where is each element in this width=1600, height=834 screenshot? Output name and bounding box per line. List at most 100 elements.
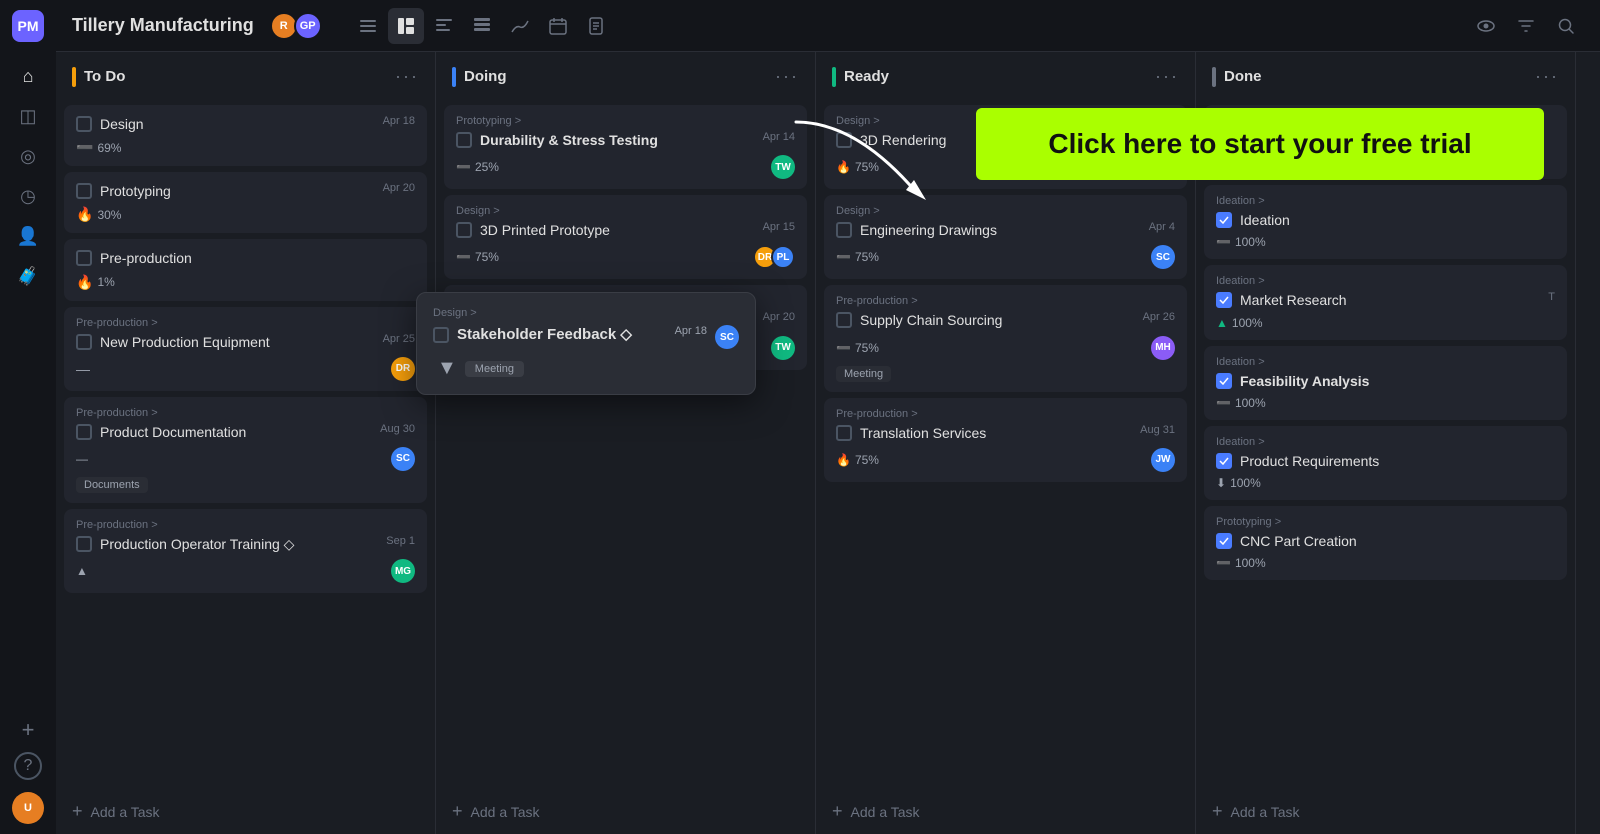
view-calendar[interactable] — [540, 8, 576, 44]
card-new-production-equipment[interactable]: Pre-production > New Production Equipmen… — [64, 307, 427, 391]
card-design[interactable]: Design Apr 18 ➖ 69% — [64, 105, 427, 166]
sidebar-item-time[interactable]: ◷ — [10, 178, 46, 214]
card-date-ts: Aug 31 — [1140, 424, 1175, 436]
card-checkbox-ideation[interactable] — [1216, 212, 1232, 228]
search-button[interactable] — [1548, 8, 1584, 44]
column-done-cards: Ideation > Stakeholder Feedback ◇ ⬇ 100% — [1196, 101, 1575, 789]
card-checkbox-ed[interactable] — [836, 222, 852, 238]
card-market-research[interactable]: Ideation > Market Research T ▲ 100% — [1204, 265, 1567, 339]
user-avatar[interactable]: U — [12, 792, 44, 824]
card-production-operator-training[interactable]: Pre-production > Production Operator Tra… — [64, 509, 427, 593]
add-task-icon-doing: + — [452, 801, 463, 822]
eye-button[interactable] — [1468, 8, 1504, 44]
popup-tag: Meeting — [465, 361, 524, 377]
card-cnc-part-creation[interactable]: Prototyping > CNC Part Creation ➖ 100% — [1204, 506, 1567, 580]
main-content: Tillery Manufacturing R GP — [56, 0, 1600, 834]
add-task-doing[interactable]: + Add a Task — [436, 789, 815, 834]
card-ideation[interactable]: Ideation > Ideation ➖ 100% — [1204, 185, 1567, 259]
sidebar-item-help[interactable]: ? — [14, 752, 42, 780]
card-date-pot: Sep 1 — [386, 535, 415, 547]
card-assignee-pa: TW — [771, 336, 795, 360]
card-checkbox-dst[interactable] — [456, 132, 472, 148]
card-checkbox-3dpp[interactable] — [456, 222, 472, 238]
sidebar-item-work[interactable]: 🧳 — [10, 258, 46, 294]
card-durability-stress-testing[interactable]: Prototyping > Durability & Stress Testin… — [444, 105, 807, 189]
card-3d-printed-prototype[interactable]: Design > 3D Printed Prototype Apr 15 ➖ 7… — [444, 195, 807, 279]
card-title-dst: Durability & Stress Testing — [480, 131, 755, 149]
card-section-scs: Pre-production > — [836, 295, 1175, 307]
app-logo[interactable]: PM — [12, 10, 44, 42]
avatar-gp[interactable]: GP — [294, 12, 322, 40]
card-checkbox-pr[interactable] — [1216, 453, 1232, 469]
add-task-done[interactable]: + Add a Task — [1196, 789, 1575, 834]
view-list[interactable] — [350, 8, 386, 44]
board-wrapper: To Do ··· Design Apr 18 ➖ — [56, 52, 1600, 834]
card-assignee-pot: MG — [391, 559, 415, 583]
sidebar-item-people[interactable]: 👤 — [10, 218, 46, 254]
card-checkbox-prototyping[interactable] — [76, 183, 92, 199]
card-checkbox-cnc[interactable] — [1216, 533, 1232, 549]
card-assignee-pl: PL — [771, 245, 795, 269]
popup-card[interactable]: Design > Stakeholder Feedback ◇ Apr 18 S… — [416, 292, 756, 395]
sidebar-item-activity[interactable]: ◎ — [10, 138, 46, 174]
sidebar-item-add[interactable]: + — [10, 712, 46, 748]
card-progress-pr: ⬇ 100% — [1216, 476, 1261, 490]
column-doing: Doing ··· Prototyping > Durability & Str… — [436, 52, 816, 834]
popup-assignee: SC — [715, 325, 739, 349]
view-table[interactable] — [464, 8, 500, 44]
card-feasibility-analysis[interactable]: Ideation > Feasibility Analysis ➖ 100% — [1204, 346, 1567, 420]
progress-icon-design: ➖ — [76, 139, 93, 156]
popup-dropdown-icon[interactable]: ▼ — [437, 357, 457, 380]
column-todo-title: To Do — [84, 68, 387, 85]
card-product-requirements[interactable]: Ideation > Product Requirements ⬇ 100% — [1204, 426, 1567, 500]
column-done-menu[interactable]: ··· — [1535, 66, 1559, 87]
column-ready-menu[interactable]: ··· — [1155, 66, 1179, 87]
column-todo-menu[interactable]: ··· — [395, 66, 419, 87]
column-done-title: Done — [1224, 68, 1527, 85]
sidebar: PM ⌂ ◫ ◎ ◷ 👤 🧳 + ? U — [0, 0, 56, 834]
column-todo: To Do ··· Design Apr 18 ➖ — [56, 52, 436, 834]
card-pre-production[interactable]: Pre-production 🔥 1% — [64, 239, 427, 300]
view-board[interactable] — [388, 8, 424, 44]
card-checkbox-new-prod[interactable] — [76, 334, 92, 350]
card-engineering-drawings[interactable]: Design > Engineering Drawings Apr 4 ➖ 75… — [824, 195, 1187, 279]
card-assignee-prod-doc: SC — [391, 447, 415, 471]
view-docs[interactable] — [578, 8, 614, 44]
card-translation-services[interactable]: Pre-production > Translation Services Au… — [824, 398, 1187, 482]
column-doing-menu[interactable]: ··· — [775, 66, 799, 87]
card-checkbox-pot[interactable] — [76, 536, 92, 552]
card-progress-pre-production: 🔥 1% — [76, 274, 115, 291]
progress-icon-pre-production: 🔥 — [76, 274, 93, 291]
card-progress-prototyping: 🔥 30% — [76, 206, 121, 223]
sidebar-item-home[interactable]: ⌂ — [10, 58, 46, 94]
card-section-3dpp: Design > — [456, 205, 795, 217]
card-section-new-prod: Pre-production > — [76, 317, 415, 329]
card-checkbox-design[interactable] — [76, 116, 92, 132]
card-prototyping[interactable]: Prototyping Apr 20 🔥 30% — [64, 172, 427, 233]
card-checkbox-scs[interactable] — [836, 312, 852, 328]
card-supply-chain-sourcing[interactable]: Pre-production > Supply Chain Sourcing A… — [824, 285, 1187, 391]
filter-button[interactable] — [1508, 8, 1544, 44]
view-chart[interactable] — [502, 8, 538, 44]
add-task-icon-todo: + — [72, 801, 83, 822]
progress-icon-prototyping: 🔥 — [76, 206, 93, 223]
view-gantt[interactable] — [426, 8, 462, 44]
card-checkbox-pre-production[interactable] — [76, 250, 92, 266]
card-checkbox-3dr[interactable] — [836, 132, 852, 148]
card-product-documentation[interactable]: Pre-production > Product Documentation A… — [64, 397, 427, 503]
column-doing-title: Doing — [464, 68, 767, 85]
card-checkbox-prod-doc[interactable] — [76, 424, 92, 440]
card-date-scs: Apr 26 — [1143, 311, 1175, 323]
free-trial-banner[interactable]: Click here to start your free trial — [976, 108, 1544, 180]
card-assignees-3dpp: DR PL — [753, 245, 795, 269]
card-date-new-prod: Apr 25 — [383, 333, 415, 345]
card-checkbox-mr[interactable] — [1216, 292, 1232, 308]
sidebar-item-dashboard[interactable]: ◫ — [10, 98, 46, 134]
column-doing-header: Doing ··· — [436, 52, 815, 101]
card-checkbox-ts[interactable] — [836, 425, 852, 441]
popup-checkbox[interactable] — [433, 327, 449, 343]
card-checkbox-fa[interactable] — [1216, 373, 1232, 389]
popup-footer: ▼ Meeting — [433, 357, 739, 380]
add-task-ready[interactable]: + Add a Task — [816, 789, 1195, 834]
add-task-todo[interactable]: + Add a Task — [56, 789, 435, 834]
